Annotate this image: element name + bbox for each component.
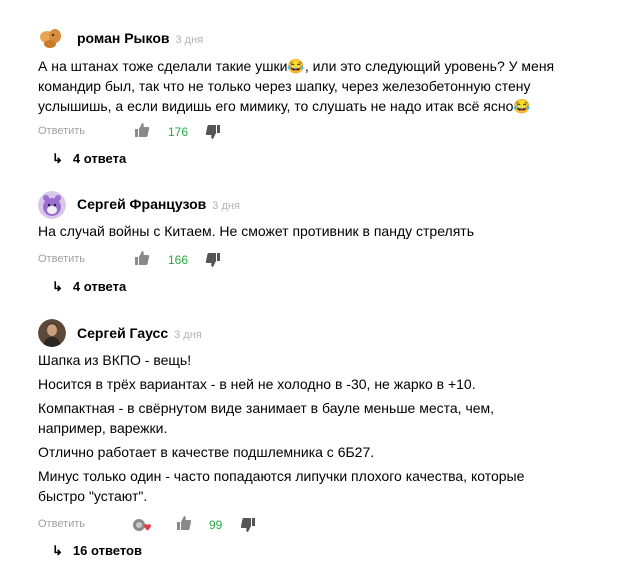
replies-label[interactable]: 16 ответов [73, 543, 142, 558]
comment-text: На случай войны с Китаем. Не сможет прот… [38, 221, 598, 245]
author-label[interactable]: роман Рыков [77, 30, 170, 46]
replies-toggle[interactable]: ↳ 4 ответа [52, 151, 126, 167]
replies-toggle[interactable]: ↳ 16 ответов [52, 543, 142, 559]
likes-count: 176 [168, 125, 189, 139]
thumbs-down-icon[interactable] [205, 252, 221, 268]
author-label[interactable]: Сергей Французов [77, 196, 206, 212]
author-name[interactable]: Сергей Гаусс 3 дня [77, 325, 202, 341]
comment-paragraph: Носится в трёх вариантах - в ней не холо… [38, 376, 476, 392]
thumbs-up-icon[interactable] [134, 250, 150, 266]
author-label[interactable]: Сергей Гаусс [77, 325, 168, 341]
thumbs-up-icon[interactable] [176, 515, 192, 531]
comment-time: 3 дня [174, 329, 202, 341]
comment-paragraph: Шапка из ВКПО - вещь! [38, 352, 192, 368]
comment-paragraph: Минус только один - часто попадаются лип… [38, 468, 525, 504]
thumbs-down-icon[interactable] [205, 124, 221, 140]
comment-paragraph: Отлично работает в качестве подшлемника … [38, 444, 375, 460]
comment-actions: Ответить 99 [38, 515, 598, 535]
reply-button[interactable]: Ответить [38, 253, 85, 265]
author-name[interactable]: Сергей Французов 3 дня [77, 196, 240, 212]
comment-paragraph: Компактная - в свёрнутом виде занимает в… [38, 400, 495, 436]
comment-paragraph: А на штанах тоже сделали такие ушки😂, ил… [38, 58, 555, 114]
reply-arrow-icon: ↳ [52, 543, 63, 558]
replies-toggle[interactable]: ↳ 4 ответа [52, 279, 126, 295]
likes-count: 99 [209, 518, 223, 532]
comment-actions: Ответить 166 [38, 250, 598, 270]
reactions-icon[interactable] [132, 517, 152, 533]
comment-text: Шапка из ВКПО - вещь! Носится в трёх вар… [38, 350, 598, 510]
replies-label[interactable]: 4 ответа [73, 151, 126, 166]
reply-arrow-icon: ↳ [52, 279, 63, 294]
author-name[interactable]: роман Рыков 3 дня [77, 30, 203, 46]
avatar[interactable] [38, 319, 66, 347]
reply-button[interactable]: Ответить [38, 125, 85, 137]
avatar[interactable] [38, 24, 66, 52]
comment-time: 3 дня [212, 200, 240, 212]
thumbs-up-icon[interactable] [134, 122, 150, 138]
comment-paragraph: На случай войны с Китаем. Не сможет прот… [38, 223, 474, 239]
thumbs-down-icon[interactable] [240, 517, 256, 533]
purple-creature-avatar-icon [38, 191, 66, 219]
photo-avatar-icon [38, 319, 66, 347]
avatar[interactable] [38, 191, 66, 219]
replies-label[interactable]: 4 ответа [73, 279, 126, 294]
likes-count: 166 [168, 253, 189, 267]
dog-avatar-icon [38, 24, 66, 52]
comment-time: 3 дня [175, 34, 204, 46]
reply-button[interactable]: Ответить [38, 518, 85, 530]
comment-text: А на штанах тоже сделали такие ушки😂, ил… [38, 56, 598, 120]
comment-actions: Ответить 176 [38, 122, 598, 142]
reply-arrow-icon: ↳ [52, 151, 63, 166]
